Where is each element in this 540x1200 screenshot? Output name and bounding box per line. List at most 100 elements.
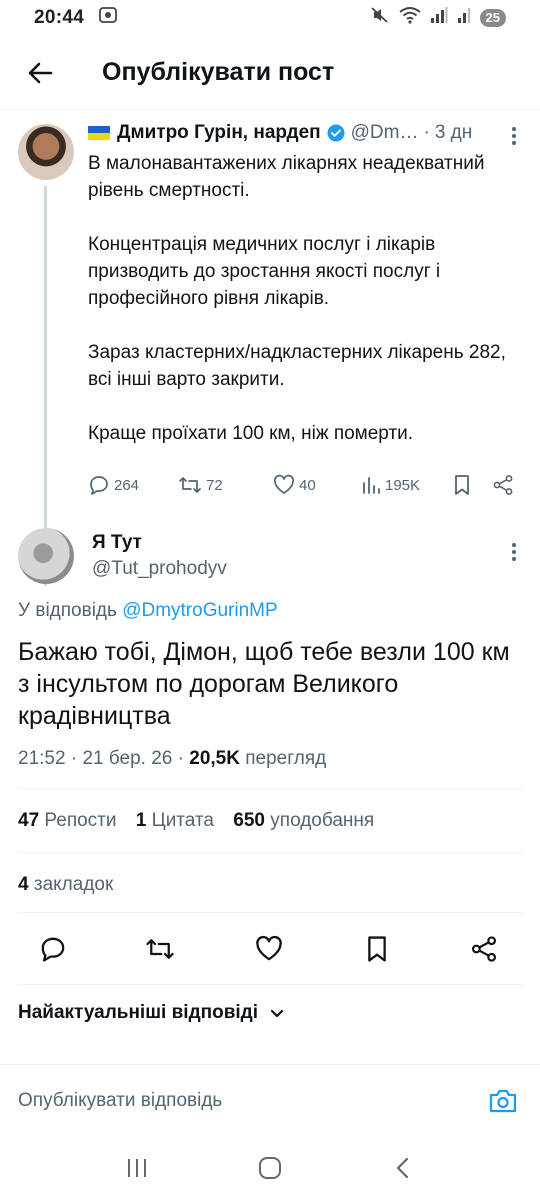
author-handle[interactable]: @Dm… <box>351 122 419 144</box>
ukraine-flag-icon <box>88 126 110 140</box>
nav-back-icon <box>397 1157 409 1179</box>
views-count: 195K <box>385 476 421 494</box>
sort-label: Найактуальніші відповіді <box>18 1002 259 1023</box>
reposts-label: Репости <box>44 810 117 831</box>
home-icon <box>258 1157 281 1179</box>
views-icon <box>363 477 380 494</box>
bookmark-icon <box>455 475 469 495</box>
mention-link[interactable]: @DmytroGurinMP <box>122 600 277 621</box>
reply-icon <box>90 476 108 495</box>
back-arrow-icon <box>28 62 53 83</box>
repost-count: 72 <box>206 476 223 494</box>
likes-count: 650 <box>233 810 265 831</box>
more-options-button[interactable] <box>502 540 526 564</box>
views-button[interactable]: 195K <box>361 474 420 496</box>
reposts-stat[interactable]: 47 Репости <box>18 810 117 831</box>
reposts-count: 47 <box>18 810 40 831</box>
bookmark-button[interactable] <box>360 932 394 966</box>
like-icon <box>256 935 282 961</box>
status-bar: 20:44 25 <box>0 0 540 36</box>
divider <box>18 852 523 853</box>
tweet-paragraph: Краще проїхати 100 км, ніж померти. <box>88 423 414 444</box>
back-button[interactable] <box>20 53 60 93</box>
quotes-count: 1 <box>135 810 147 831</box>
camera-icon <box>489 1089 517 1112</box>
tweet-paragraph: В малонавантажених лікарнях неадекватний… <box>88 153 485 201</box>
bookmarks-stat[interactable]: 4 закладок <box>18 874 113 896</box>
bookmark-icon <box>368 936 386 962</box>
bookmark-button[interactable] <box>452 474 472 496</box>
replies-sort-dropdown[interactable]: Найактуальніші відповіді <box>18 1002 286 1024</box>
wifi-icon <box>398 6 421 30</box>
avatar[interactable] <box>18 124 74 180</box>
reply-button[interactable]: 264 <box>88 474 139 496</box>
bookmarks-label: закладок <box>33 874 114 895</box>
replying-to-label: У відповідь <box>18 600 117 621</box>
recents-button[interactable] <box>117 1148 157 1188</box>
home-button[interactable] <box>250 1148 290 1188</box>
repost-icon <box>179 477 201 493</box>
share-icon <box>493 475 513 495</box>
bookmarks-count: 4 <box>18 874 29 895</box>
system-nav-bar <box>0 1136 540 1200</box>
divider <box>18 984 523 985</box>
reply-composer: Опублікувати відповідь <box>0 1064 540 1136</box>
tweet-text: Бажаю тобі, Дімон, щоб тебе везли 100 км… <box>18 638 510 730</box>
likes-stat[interactable]: 650 уподобання <box>233 810 374 831</box>
tweet-actions: 264 72 40 195K <box>88 474 524 500</box>
engagement-stats: 47 Репости 1 Цитата 650 уподобання <box>18 810 374 832</box>
reply-count: 264 <box>114 476 140 494</box>
reply-button[interactable] <box>36 932 70 966</box>
views-count: 20,5K <box>189 748 240 769</box>
chevron-down-icon <box>270 1009 284 1018</box>
share-button[interactable] <box>467 932 501 966</box>
page-title: Опублікувати пост <box>102 58 335 86</box>
tweet-header: Дмитро Гурін, нардеп @Dm… · 3 дн <box>88 122 528 144</box>
tweet-paragraph: Зараз кластерних/надкластерних лікарень … <box>88 342 506 390</box>
tweet-text: В малонавантажених лікарнях неадекватний… <box>88 150 508 447</box>
tweet-paragraph: Концентрація медичних послуг і лікарів п… <box>88 234 441 309</box>
divider <box>18 912 523 913</box>
views-label: перегляд <box>245 748 327 769</box>
tweet-date[interactable]: 21 бер. 26 <box>82 748 172 769</box>
verified-badge-icon <box>327 124 345 142</box>
likes-label: уподобання <box>270 810 375 831</box>
author-handle[interactable]: @Tut_prohodyv <box>92 558 227 580</box>
like-button[interactable]: 40 <box>273 474 316 496</box>
thread-line <box>44 186 47 586</box>
tweet-time[interactable]: 21:52 <box>18 748 66 769</box>
share-icon <box>471 936 497 962</box>
tweet-actions <box>0 932 540 966</box>
mute-icon <box>370 5 390 31</box>
signal-icon-2 <box>457 6 471 30</box>
more-vertical-icon <box>512 543 516 547</box>
like-button[interactable] <box>252 932 286 966</box>
status-time: 20:44 <box>34 7 85 28</box>
like-icon <box>273 474 295 494</box>
share-button[interactable] <box>492 474 514 496</box>
separator-dot: · <box>423 122 430 143</box>
like-count: 40 <box>299 476 316 494</box>
top-header: Опублікувати пост <box>0 36 540 110</box>
reply-icon <box>41 937 65 962</box>
avatar[interactable] <box>18 528 74 584</box>
repost-icon <box>146 939 174 959</box>
quotes-stat[interactable]: 1 Цитата <box>136 810 214 831</box>
tweet-age[interactable]: 3 дн <box>435 122 472 144</box>
more-options-button[interactable] <box>502 124 526 148</box>
screenshot-icon <box>98 5 118 31</box>
reply-input[interactable]: Опублікувати відповідь <box>18 1090 486 1112</box>
camera-button[interactable] <box>486 1084 520 1118</box>
nav-back-button[interactable] <box>383 1148 423 1188</box>
repost-button[interactable] <box>143 932 177 966</box>
battery-badge: 25 <box>479 9 506 27</box>
more-vertical-icon <box>512 127 516 131</box>
repost-button[interactable]: 72 <box>178 474 223 496</box>
quotes-label: Цитата <box>151 810 215 831</box>
recents-icon <box>127 1159 146 1177</box>
tweet-meta: 21:52 · 21 бер. 26 · 20,5K перегляд <box>18 748 327 769</box>
signal-icon <box>430 6 448 30</box>
divider <box>18 788 523 789</box>
author-name[interactable]: Я Тут <box>92 532 142 554</box>
author-name[interactable]: Дмитро Гурін, нардеп <box>117 122 321 144</box>
